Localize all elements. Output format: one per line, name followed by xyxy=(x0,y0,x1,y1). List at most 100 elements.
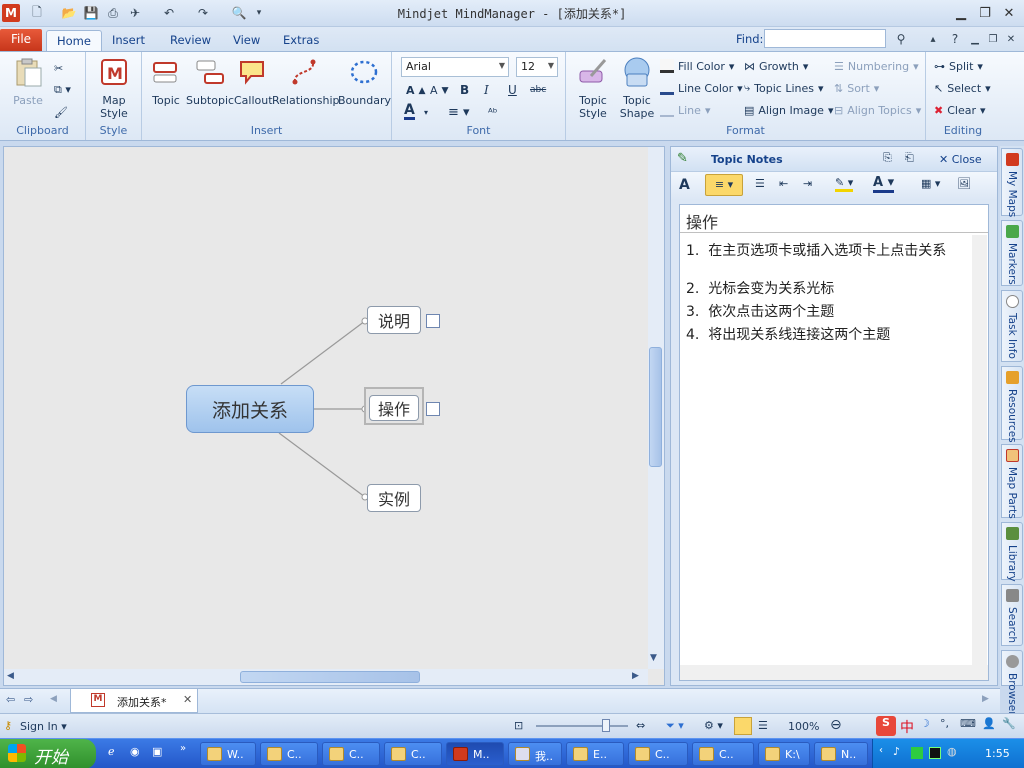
tab-review[interactable]: Review xyxy=(160,30,221,51)
side-tab-my-maps[interactable]: My Maps xyxy=(1001,148,1023,217)
topic-lines-button[interactable]: ⤷ Topic Lines ▾ xyxy=(744,78,824,98)
quicklaunch-more-icon[interactable]: » xyxy=(180,743,186,754)
layout-icon[interactable]: ⚙ ▾ xyxy=(704,719,723,732)
highlight-icon[interactable]: ✎ ▾ xyxy=(835,176,854,192)
subtopic-shili[interactable]: 实例 xyxy=(367,484,421,512)
quicklaunch-media-icon[interactable]: ◉ xyxy=(130,745,140,758)
insert-table-icon[interactable]: ▦ ▾ xyxy=(921,177,940,190)
task-button[interactable]: W.. xyxy=(200,742,256,766)
task-button[interactable]: 我.. xyxy=(508,742,562,766)
vertical-scroll-thumb[interactable] xyxy=(649,347,662,467)
italic-icon[interactable]: I xyxy=(484,80,489,100)
grow-font-icon[interactable]: A ▲ xyxy=(406,80,426,100)
ime-user-icon[interactable]: 👤 xyxy=(982,717,996,730)
task-button[interactable]: C.. xyxy=(384,742,442,766)
clear-button[interactable]: ✖ Clear ▾ xyxy=(934,100,986,120)
notes-indicator-icon[interactable] xyxy=(426,402,440,416)
help-icon[interactable]: ? xyxy=(946,30,964,48)
notes-editor[interactable]: 操作 1. 在主页选项卡或插入选项卡上点击关系 2. 光标会变为关系光标 3. … xyxy=(679,204,989,681)
vertical-scrollbar[interactable]: ▼ xyxy=(648,147,664,669)
doc-minimize-icon[interactable]: ▁ xyxy=(966,30,984,48)
map-view-icon[interactable] xyxy=(734,717,752,735)
tab-view[interactable]: View xyxy=(223,30,270,51)
font-family-select[interactable]: Arial ▼ xyxy=(401,57,509,77)
notes-horizontal-scrollbar[interactable] xyxy=(680,665,988,680)
ime-keyboard-icon[interactable]: ⌨ xyxy=(960,717,976,730)
copy-icon[interactable]: ⧉ ▾ xyxy=(54,80,71,100)
align-image-button[interactable]: ▤ Align Image ▾ xyxy=(744,100,833,120)
doc-nav-forward-icon[interactable]: ⇨ xyxy=(24,693,33,706)
side-tab-search[interactable]: Search xyxy=(1001,584,1023,646)
task-button[interactable]: K:\ xyxy=(758,742,810,766)
insert-boundary-button[interactable]: Boundary xyxy=(338,56,391,107)
font-color-dropdown-icon[interactable]: ▾ xyxy=(424,102,428,122)
insert-callout-button[interactable]: Callout xyxy=(234,56,273,107)
zoom-track[interactable] xyxy=(536,725,628,727)
zoom-out-icon[interactable]: ⊖ xyxy=(830,717,842,733)
topic-style-button[interactable]: Topic Style xyxy=(572,56,614,120)
ime-lang[interactable]: 中 xyxy=(900,717,914,737)
task-button-mindmanager[interactable]: M.. xyxy=(446,742,504,766)
format-painter-icon[interactable]: 🖌 xyxy=(54,102,68,122)
notes-align-left-icon[interactable]: ≡ ▾ xyxy=(705,174,743,196)
notes-indicator-icon[interactable] xyxy=(426,314,440,328)
doc-tab-close-icon[interactable]: ✕ xyxy=(183,693,192,706)
increase-indent-icon[interactable]: ⇥ xyxy=(803,177,812,190)
font-color-icon[interactable]: A xyxy=(404,102,415,120)
scroll-left-icon[interactable]: ◀ xyxy=(7,671,14,681)
bullet-list-icon[interactable]: ☰ xyxy=(755,177,765,190)
doc-close-icon[interactable]: ✕ xyxy=(1002,30,1020,48)
underline-icon[interactable]: U xyxy=(508,80,517,100)
tab-insert[interactable]: Insert xyxy=(102,30,155,51)
task-button[interactable]: C.. xyxy=(260,742,318,766)
notes-close-button[interactable]: ✕ Close xyxy=(939,153,982,166)
task-button[interactable]: E.. xyxy=(566,742,624,766)
topic-shape-button[interactable]: Topic Shape xyxy=(616,56,658,120)
minimize-ribbon-icon[interactable]: ▴ xyxy=(924,30,942,48)
fit-width-icon[interactable]: ⇔ xyxy=(636,719,645,732)
task-button[interactable]: C.. xyxy=(628,742,688,766)
ime-settings-icon[interactable]: 🔧 xyxy=(1002,717,1016,730)
map-canvas[interactable]: 添加关系 说明 操作 实例 ▼ ◀ ▶ xyxy=(3,146,665,686)
fit-map-icon[interactable]: ⊡ xyxy=(514,719,523,732)
paste-button[interactable]: Paste xyxy=(8,56,48,107)
scroll-right-icon[interactable]: ▶ xyxy=(632,671,639,681)
decrease-indent-icon[interactable]: ⇤ xyxy=(779,177,788,190)
insert-topic-button[interactable]: Topic xyxy=(148,56,184,107)
insert-subtopic-button[interactable]: Subtopic xyxy=(186,56,234,107)
subtopic-caozuo[interactable]: 操作 xyxy=(369,395,419,421)
side-tab-map-parts[interactable]: Map Parts xyxy=(1001,444,1023,519)
tab-file[interactable]: File xyxy=(0,29,42,51)
notes-font-icon[interactable]: A xyxy=(679,177,690,193)
align-text-icon[interactable]: ≡ ▾ xyxy=(448,102,470,122)
tray-volume-icon[interactable]: ♪ xyxy=(893,745,900,758)
find-input[interactable] xyxy=(764,29,886,48)
ime-punct-icon[interactable]: °, xyxy=(940,717,949,730)
select-button[interactable]: ↖ Select ▾ xyxy=(934,78,991,98)
ime-logo-icon[interactable]: S xyxy=(876,716,896,736)
growth-button[interactable]: ⋈ Growth ▾ xyxy=(744,56,808,76)
filter-icon[interactable]: ⏷ ▾ xyxy=(666,719,684,733)
task-button[interactable]: C.. xyxy=(322,742,380,766)
horizontal-scroll-thumb[interactable] xyxy=(240,671,420,683)
start-button[interactable]: 开始 xyxy=(0,739,96,768)
document-tab[interactable]: M 添加关系* ✕ xyxy=(70,689,198,713)
map-style-button[interactable]: M Map Style xyxy=(94,56,134,120)
split-button[interactable]: ⊶ Split ▾ xyxy=(934,56,983,76)
minimize-button[interactable]: ▁ xyxy=(950,4,972,22)
side-tab-library[interactable]: Library xyxy=(1001,522,1023,582)
sign-in-button[interactable]: Sign In ▾ xyxy=(20,720,67,733)
scroll-down-icon[interactable]: ▼ xyxy=(650,653,657,663)
doc-restore-icon[interactable]: ❐ xyxy=(984,30,1002,48)
central-topic[interactable]: 添加关系 xyxy=(186,385,314,433)
task-button[interactable]: C.. xyxy=(692,742,754,766)
tray-app-icon[interactable]: ◍ xyxy=(947,745,957,758)
tab-extras[interactable]: Extras xyxy=(273,30,329,51)
numbering-button[interactable]: ☰ Numbering ▾ xyxy=(834,56,919,76)
line-color-button[interactable]: Line Color ▾ xyxy=(660,78,743,98)
tray-monitor-icon[interactable] xyxy=(929,747,941,759)
sort-button[interactable]: ⇅ Sort ▾ xyxy=(834,78,879,98)
notes-export-icon[interactable]: ⎘ xyxy=(883,151,892,165)
task-button[interactable]: N.. xyxy=(814,742,868,766)
quicklaunch-ie-icon[interactable]: ℯ xyxy=(108,745,115,758)
